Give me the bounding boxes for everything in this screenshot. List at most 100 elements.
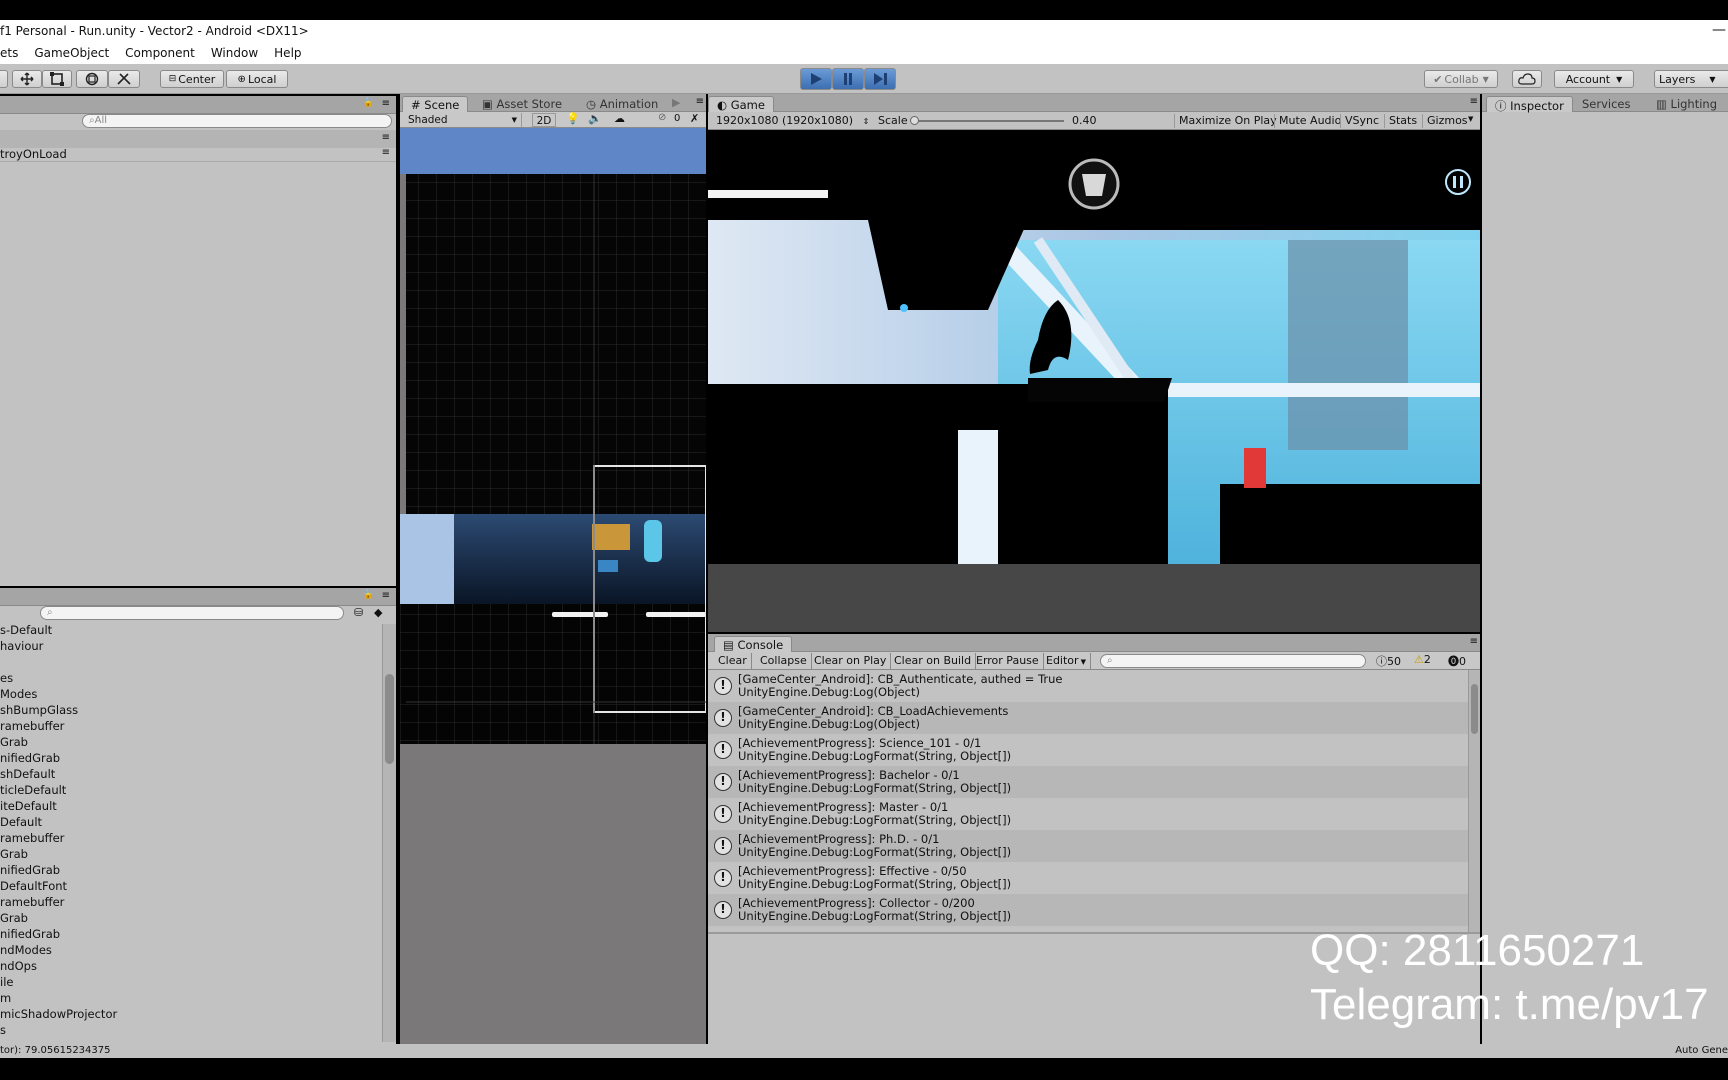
project-list-item[interactable]: Modes [0, 686, 380, 702]
scrollbar-thumb[interactable] [385, 674, 394, 764]
custom-tool-button[interactable] [108, 70, 140, 88]
scrollbar-thumb[interactable] [1471, 684, 1478, 734]
menu-help[interactable]: Help [274, 46, 301, 60]
hand-tool-button[interactable] [0, 70, 8, 88]
effects-toggle-icon[interactable]: ☁ [614, 112, 625, 125]
menu-assets[interactable]: ets [0, 46, 18, 60]
error-count-toggle[interactable]: ⓿0 [1448, 653, 1466, 669]
resolution-dropdown[interactable]: 1920x1080 (1920x1080) ⇕ [716, 114, 869, 128]
play-button[interactable] [800, 68, 832, 90]
panel-menu-icon[interactable]: ≡ [1470, 636, 1478, 647]
account-dropdown[interactable]: Account ▼ [1554, 70, 1634, 88]
rect-tool-button[interactable] [42, 70, 72, 88]
console-search-input[interactable]: ⌕ [1100, 654, 1366, 668]
project-list-item[interactable]: ramebuffer [0, 830, 380, 846]
project-list-item[interactable]: ile [0, 974, 380, 990]
project-list-item[interactable]: nifiedGrab [0, 750, 380, 766]
project-list-item[interactable]: shDefault [0, 766, 380, 782]
clear-on-play-button[interactable]: Clear on Play [810, 653, 892, 669]
project-list-item[interactable]: ticleDefault [0, 782, 380, 798]
tab-animation[interactable]: ◷ Animation [578, 96, 666, 112]
hidden-objects-icon[interactable]: ⊘ [658, 112, 666, 123]
tab-game[interactable]: ◐ Game [708, 96, 774, 112]
log-count-toggle[interactable]: ⓘ50 [1376, 653, 1401, 669]
panel-menu-icon[interactable]: ≡ [382, 98, 390, 109]
project-list-item[interactable]: ndOps [0, 958, 380, 974]
filter-label-icon[interactable]: ◆ [374, 606, 382, 619]
console-log-entry[interactable]: ! [AchievementProgress]: Science_101 - 0/… [708, 734, 1468, 766]
scale-slider-handle[interactable] [910, 116, 919, 125]
project-list-item[interactable]: iteDefault [0, 798, 380, 814]
panel-menu-icon[interactable]: ≡ [382, 590, 390, 601]
chevron-right-icon[interactable]: ▶ [672, 96, 680, 109]
project-list-item[interactable]: s [0, 1022, 380, 1038]
row-menu-icon[interactable]: ≡ [382, 132, 390, 143]
minimize-icon[interactable]: — [1712, 22, 1726, 38]
shading-mode-dropdown[interactable]: Shaded ▼ [404, 113, 522, 127]
project-list-item[interactable] [0, 654, 380, 670]
project-list-item[interactable]: haviour [0, 638, 380, 654]
project-search-input[interactable]: ⌕ [40, 606, 344, 620]
audio-toggle-icon[interactable]: 🔈 [588, 112, 602, 125]
status-message[interactable]: tor): 79.05615234375 [0, 1044, 111, 1058]
layers-dropdown[interactable]: Layers ▼ [1654, 70, 1728, 88]
project-list-item[interactable]: Grab [0, 846, 380, 862]
console-log-entry[interactable]: ! [AchievementProgress]: Master - 0/1 Unit… [708, 798, 1468, 830]
project-list-item[interactable]: Grab [0, 910, 380, 926]
game-viewport[interactable] [708, 130, 1480, 632]
move-tool-button[interactable] [12, 70, 42, 88]
row-menu-icon[interactable]: ≡ [382, 147, 390, 158]
console-log-entry[interactable]: ! [GameCenter_Android]: CB_Authenticate, … [708, 670, 1468, 702]
scene-view-canvas[interactable] [400, 128, 706, 1044]
step-button[interactable] [864, 68, 896, 90]
console-log-entry[interactable]: ! [AchievementProgress]: Collector - 0/20… [708, 894, 1468, 926]
clear-button[interactable]: Clear [714, 653, 752, 669]
lock-icon[interactable]: 🔒 [363, 98, 374, 108]
collapse-button[interactable]: Collapse [756, 653, 812, 669]
transform-tool-button[interactable] [76, 70, 108, 88]
cloud-button[interactable] [1512, 70, 1542, 88]
warning-count-toggle[interactable]: ⚠2 [1414, 653, 1431, 666]
console-log-entry[interactable]: ! [AchievementProgress]: Ph.D. - 0/1 Unity… [708, 830, 1468, 862]
vsync-toggle[interactable]: VSync [1340, 114, 1379, 128]
hierarchy-row[interactable]: troyOnLoad ≡ [0, 146, 396, 162]
tab-asset-store[interactable]: ▣ Asset Store [474, 96, 570, 112]
project-list-item[interactable]: shBumpGlass [0, 702, 380, 718]
project-list-item[interactable]: ramebuffer [0, 718, 380, 734]
tools-icon[interactable]: ✗ [690, 112, 699, 125]
menu-gameobject[interactable]: GameObject [34, 46, 109, 60]
filter-type-icon[interactable]: ⛁ [354, 606, 363, 619]
project-list-item[interactable]: micShadowProjector [0, 1006, 380, 1022]
menu-window[interactable]: Window [211, 46, 258, 60]
pivot-center-button[interactable]: ⊟ Center [160, 70, 224, 88]
tab-console[interactable]: ▤ Console [714, 636, 793, 652]
project-list-item[interactable]: Grab [0, 734, 380, 750]
project-list-item[interactable]: nifiedGrab [0, 862, 380, 878]
console-log-entry[interactable]: ! [GameCenter_Android]: CB_LoadAchievemen… [708, 702, 1468, 734]
menu-component[interactable]: Component [125, 46, 195, 60]
collab-button[interactable]: ✔ Collab ▼ [1424, 70, 1498, 88]
project-list-item[interactable]: es [0, 670, 380, 686]
stats-toggle[interactable]: Stats [1384, 114, 1417, 128]
console-log-entry[interactable]: ! [AchievementProgress]: Bachelor - 0/1 Un… [708, 766, 1468, 798]
console-scrollbar[interactable] [1468, 670, 1480, 932]
project-list-item[interactable]: DefaultFont [0, 878, 380, 894]
project-list-item[interactable]: m [0, 990, 380, 1006]
lock-icon[interactable]: 🔒 [363, 590, 374, 600]
tab-services[interactable]: Services [1574, 96, 1639, 112]
scale-slider[interactable] [910, 116, 1064, 125]
error-pause-button[interactable]: Error Pause [972, 653, 1044, 669]
project-list-item[interactable]: s-Default [0, 622, 380, 638]
mode-2d-toggle[interactable]: 2D [532, 113, 556, 127]
project-list-item[interactable]: Default [0, 814, 380, 830]
editor-dropdown[interactable]: Editor ▼ [1042, 653, 1091, 669]
hierarchy-search-input[interactable]: ⌕All [82, 114, 392, 128]
pivot-local-button[interactable]: ⊕ Local [226, 70, 288, 88]
pause-button[interactable] [832, 68, 864, 90]
project-list-item[interactable]: ndModes [0, 942, 380, 958]
panel-menu-icon[interactable]: ≡ [1470, 96, 1478, 107]
lighting-toggle-icon[interactable]: 💡 [566, 112, 580, 125]
console-log-entry[interactable]: ! [AchievementProgress]: Effective - 0/50… [708, 862, 1468, 894]
chevron-down-icon[interactable]: ▼ [1468, 115, 1473, 123]
project-list-item[interactable]: ramebuffer [0, 894, 380, 910]
